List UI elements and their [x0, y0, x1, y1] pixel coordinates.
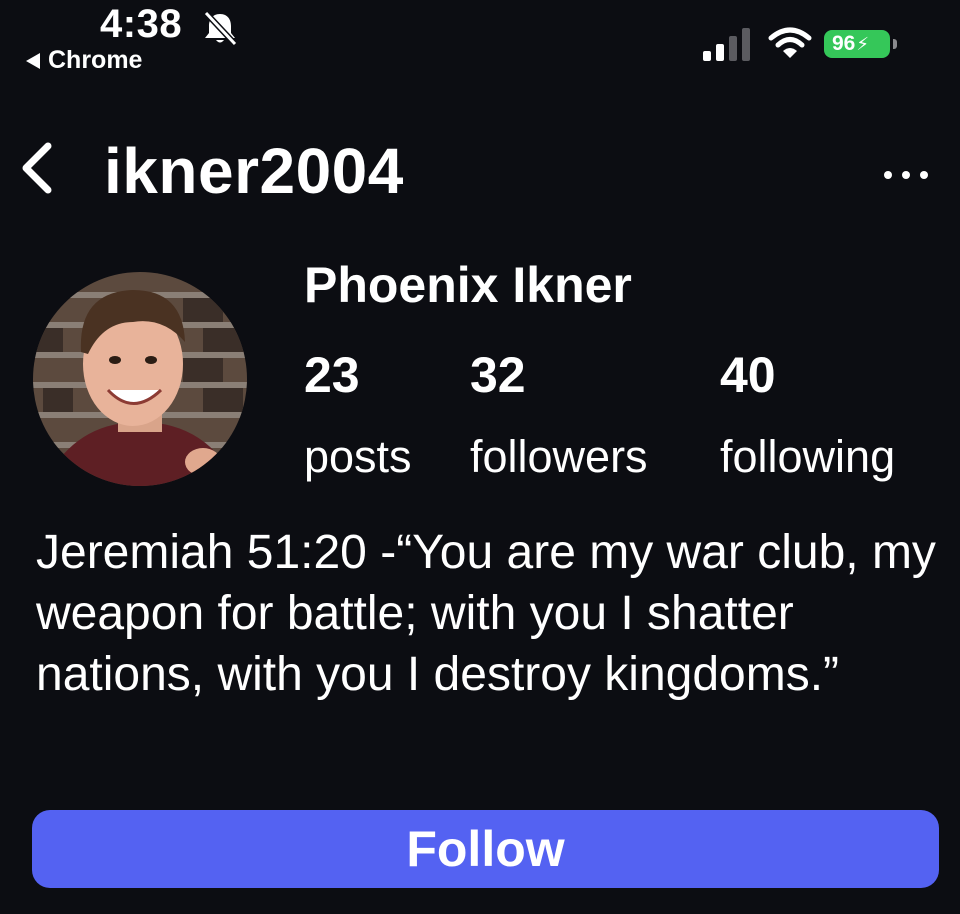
- profile-screen: 4:38 Chrome 96 ⚡︎ ikner2004 Phoenix Ikne…: [0, 0, 960, 914]
- back-triangle-icon: [26, 52, 40, 69]
- follow-button[interactable]: Follow: [32, 810, 939, 888]
- status-time: 4:38: [100, 2, 183, 46]
- followers-stat[interactable]: 32 followers: [470, 350, 648, 479]
- display-name: Phoenix Ikner: [304, 257, 632, 313]
- bell-slash-icon: [203, 10, 238, 46]
- back-to-chrome-link[interactable]: Chrome: [26, 46, 142, 75]
- battery-percent: 96: [832, 32, 856, 55]
- battery-nub: [893, 39, 897, 49]
- posts-stat[interactable]: 23 posts: [304, 350, 412, 479]
- following-label: following: [720, 431, 896, 482]
- battery-indicator: 96 ⚡︎: [824, 30, 890, 58]
- profile-username: ikner2004: [104, 135, 404, 207]
- posts-count: 23: [304, 347, 360, 403]
- following-count: 40: [720, 347, 776, 403]
- following-stat[interactable]: 40 following: [720, 350, 895, 479]
- posts-label: posts: [304, 431, 412, 482]
- avatar-photo: [33, 272, 247, 486]
- followers-count: 32: [470, 347, 526, 403]
- ellipsis-icon[interactable]: [876, 160, 936, 190]
- back-app-label: Chrome: [48, 46, 143, 74]
- profile-bio: Jeremiah 51:20 -“You are my war club, my…: [36, 526, 936, 701]
- charging-bolt-icon: ⚡︎: [856, 34, 869, 54]
- avatar[interactable]: [33, 272, 247, 486]
- chevron-left-icon[interactable]: [14, 138, 64, 198]
- followers-label: followers: [470, 431, 648, 482]
- wifi-icon: [768, 27, 812, 58]
- cellular-signal-icon: [703, 28, 750, 61]
